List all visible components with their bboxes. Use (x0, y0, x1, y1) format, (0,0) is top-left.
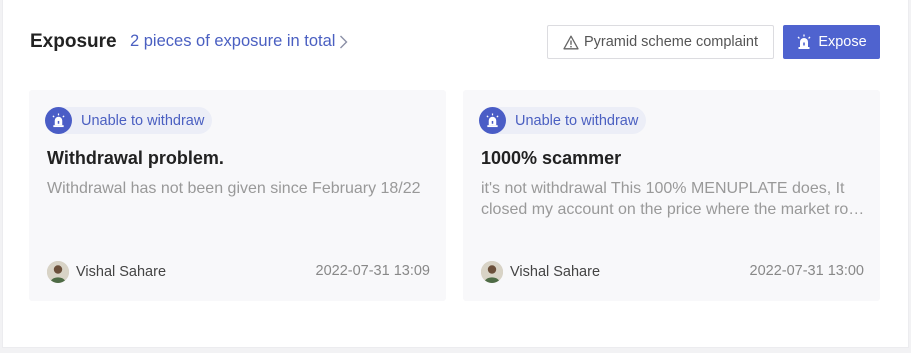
author-name: Vishal Sahare (510, 264, 601, 280)
card-timestamp: 2022-07-31 13:00 (749, 263, 865, 279)
exposure-count-link[interactable]: 2 pieces of exposure in total (130, 32, 348, 51)
expose-button[interactable]: Expose (783, 25, 880, 59)
alarm-light-icon (796, 34, 812, 50)
category-tag-label: Unable to withdraw (515, 112, 639, 129)
category-tag-label: Unable to withdraw (81, 112, 205, 129)
author-name: Vishal Sahare (76, 264, 167, 280)
alarm-light-icon (479, 107, 506, 134)
avatar (47, 261, 69, 283)
chevron-right-icon (339, 35, 348, 49)
exposure-card[interactable]: Unable to withdraw 1000% scammer it's no… (463, 90, 880, 301)
avatar (481, 261, 503, 283)
exposure-count-label: 2 pieces of exposure in total (130, 32, 336, 50)
alarm-light-icon (45, 107, 72, 134)
card-title: Withdrawal problem. (47, 148, 224, 168)
exposure-panel: Exposure 2 pieces of exposure in total P… (2, 0, 909, 348)
expose-button-label: Expose (818, 34, 867, 50)
card-description: it's not withdrawal This 100% MENUPLATE … (481, 180, 866, 218)
warning-triangle-icon (563, 35, 579, 50)
card-title: 1000% scammer (481, 148, 622, 168)
category-tag: Unable to withdraw (479, 107, 647, 134)
section-title: Exposure (30, 31, 117, 52)
card-author: Vishal Sahare (47, 261, 166, 283)
card-timestamp: 2022-07-31 13:09 (315, 263, 431, 279)
exposure-header: Exposure 2 pieces of exposure in total P… (3, 0, 908, 85)
pyramid-scheme-complaint-button[interactable]: Pyramid scheme complaint (547, 25, 774, 59)
card-author: Vishal Sahare (481, 261, 600, 283)
complaint-button-label: Pyramid scheme complaint (583, 34, 759, 50)
exposure-card[interactable]: Unable to withdraw Withdrawal problem. W… (29, 90, 446, 301)
category-tag: Unable to withdraw (45, 107, 213, 134)
card-description: Withdrawal has not been given since Febr… (47, 180, 421, 197)
